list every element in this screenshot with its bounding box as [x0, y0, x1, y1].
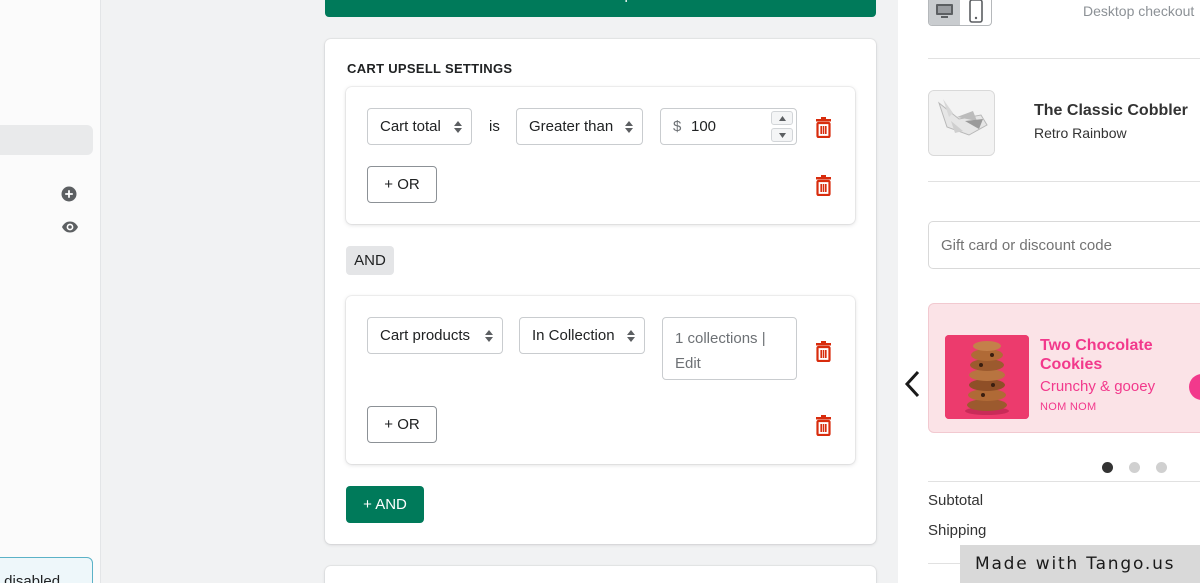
- select-arrows-icon: [454, 121, 462, 133]
- divider: [928, 58, 1200, 59]
- next-card: [325, 566, 876, 583]
- trash-icon[interactable]: [815, 340, 832, 363]
- product-title: The Classic Cobbler: [1034, 102, 1188, 119]
- select-arrows-icon: [485, 330, 493, 342]
- eye-icon[interactable]: [61, 219, 78, 236]
- decrement-button[interactable]: [771, 128, 793, 142]
- condition-select-value: Cart total: [380, 118, 441, 135]
- upsell-offer-card: Two Chocolate Cookies Crunchy & gooey NO…: [928, 303, 1200, 433]
- add-and-button[interactable]: + AND: [346, 486, 424, 523]
- edit-collections-link[interactable]: Edit: [675, 351, 784, 376]
- desktop-icon: [936, 4, 953, 18]
- card-title: CART UPSELL SETTINGS: [347, 61, 513, 76]
- trash-icon[interactable]: [815, 174, 832, 197]
- select-arrows-icon: [627, 330, 635, 342]
- amount-value: 100: [691, 118, 717, 135]
- shoe-image: [929, 91, 994, 155]
- condition-select[interactable]: Cart total: [367, 108, 472, 145]
- upsell-add-button[interactable]: [1189, 374, 1200, 400]
- trash-icon[interactable]: [815, 414, 832, 437]
- add-or-button[interactable]: + OR: [367, 406, 437, 443]
- caret-up-icon: [779, 116, 786, 121]
- discount-code-input[interactable]: Gift card or discount code: [928, 221, 1200, 269]
- amount-input[interactable]: $ 100: [660, 108, 797, 145]
- trash-icon[interactable]: [815, 116, 832, 139]
- condition-group-1: Cart total is Greater than $ 100 + OR: [346, 87, 855, 224]
- chevron-left-icon[interactable]: [902, 369, 922, 404]
- status-banner-text: r disabled: [0, 573, 61, 583]
- collections-field[interactable]: 1 collections | Edit: [662, 317, 797, 380]
- left-nav-selected-item[interactable]: [0, 125, 93, 155]
- caret-down-icon: [779, 133, 786, 138]
- add-another-product-button[interactable]: + Add another product: [325, 0, 876, 17]
- cookie-image: [945, 335, 1029, 419]
- device-toggle: [928, 0, 992, 26]
- device-label: Desktop checkout: [1083, 3, 1195, 19]
- subtotal-label: Subtotal: [928, 492, 984, 509]
- operator-select-value: Greater than: [529, 118, 614, 135]
- and-chip: AND: [346, 246, 394, 275]
- select-arrows-icon: [625, 121, 633, 133]
- currency-symbol: $: [673, 118, 682, 135]
- desktop-view-button[interactable]: [929, 0, 960, 25]
- condition-select[interactable]: Cart products: [367, 317, 503, 354]
- upsell-subtitle: Crunchy & gooey: [1040, 378, 1156, 395]
- operator-select[interactable]: Greater than: [516, 108, 643, 145]
- cart-upsell-settings-card: CART UPSELL SETTINGS Cart total is Great…: [325, 39, 876, 544]
- left-panel: r disabled: [0, 0, 101, 583]
- connector-label: is: [489, 118, 500, 135]
- divider: [928, 481, 1200, 482]
- collections-text: 1 collections |: [675, 330, 766, 347]
- product-variant: Retro Rainbow: [1034, 125, 1127, 141]
- shipping-label: Shipping: [928, 522, 987, 539]
- upsell-title: Two Chocolate Cookies: [1040, 337, 1153, 373]
- product-thumbnail: [928, 90, 995, 156]
- divider: [928, 181, 1200, 182]
- upsell-tag: NOM NOM: [1040, 401, 1097, 413]
- add-circle-icon[interactable]: [61, 186, 78, 203]
- discount-code-placeholder: Gift card or discount code: [941, 237, 1112, 254]
- condition-select-value: Cart products: [380, 327, 471, 344]
- carousel-dot-3[interactable]: [1156, 462, 1167, 473]
- carousel-dot-1[interactable]: [1102, 462, 1113, 473]
- mobile-icon: [969, 0, 983, 23]
- tango-watermark: Made with Tango.us: [960, 545, 1200, 583]
- operator-select-value: In Collection: [532, 327, 615, 344]
- status-banner: r disabled: [0, 557, 93, 583]
- operator-select[interactable]: In Collection: [519, 317, 645, 354]
- checkout-preview: Desktop checkout The Classic Cobbler Ret…: [898, 0, 1200, 583]
- carousel-dot-2[interactable]: [1129, 462, 1140, 473]
- add-or-button[interactable]: + OR: [367, 166, 437, 203]
- condition-group-2: Cart products In Collection 1 collection…: [346, 296, 855, 464]
- increment-button[interactable]: [771, 111, 793, 125]
